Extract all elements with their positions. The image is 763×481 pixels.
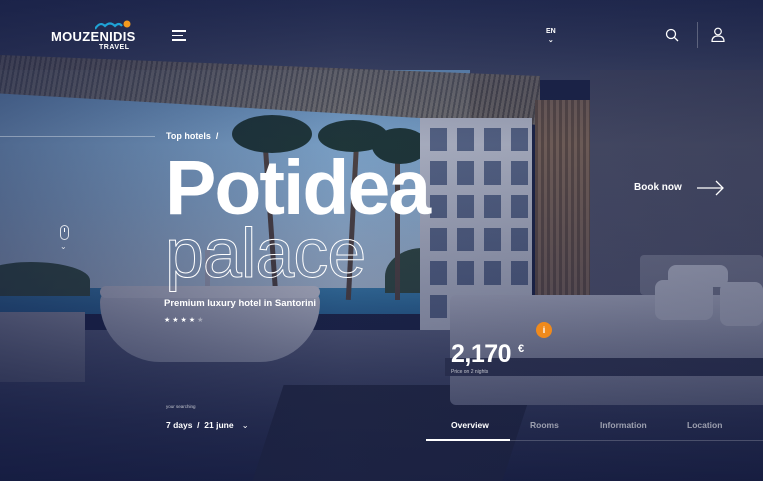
language-selector[interactable]: EN ⌄ xyxy=(546,28,556,44)
tab-information[interactable]: Information xyxy=(600,420,647,430)
hotel-subtitle: Premium luxury hotel in Santorini xyxy=(164,298,317,309)
active-tab-indicator xyxy=(426,439,510,441)
header-divider xyxy=(697,22,698,48)
logo-subtext: TRAVEL xyxy=(99,44,130,51)
hotel-page: MOUZENIDIS TRAVEL EN ⌄ Top hotels / ⌄ Po… xyxy=(0,0,763,481)
chevron-down-icon: ⌄ xyxy=(547,37,554,44)
price-note: Price on 2 nights xyxy=(451,369,489,375)
search-dates-value: 7 days / 21 june xyxy=(166,420,234,430)
arrow-right-icon[interactable] xyxy=(697,180,725,196)
star-icon-empty: ★ xyxy=(197,317,206,324)
price-amount: 2,170 xyxy=(451,340,512,368)
user-icon[interactable] xyxy=(711,27,725,42)
breadcrumb-top-hotels[interactable]: Top hotels xyxy=(166,131,211,141)
decorative-line xyxy=(0,136,155,137)
language-code: EN xyxy=(546,28,556,35)
star-rating: ★★★★★ xyxy=(164,316,205,324)
breadcrumb-separator: / xyxy=(215,131,219,141)
hero-background-photo xyxy=(0,0,763,481)
tab-overview[interactable]: Overview xyxy=(451,420,489,430)
info-badge[interactable]: i xyxy=(536,322,552,338)
search-icon[interactable] xyxy=(665,28,679,42)
chevron-down-icon: ⌄ xyxy=(241,420,249,430)
hotel-title-line2: palace xyxy=(164,214,366,292)
price-currency: € xyxy=(518,343,525,355)
logo-text: MOUZENIDIS xyxy=(51,29,136,44)
tab-rooms[interactable]: Rooms xyxy=(530,420,559,430)
star-icons-filled: ★★★★ xyxy=(164,317,198,324)
tab-location[interactable]: Location xyxy=(687,420,722,430)
mouse-scroll-icon[interactable] xyxy=(60,225,69,240)
search-dates-dropdown[interactable]: 7 days / 21 june ⌄ xyxy=(166,420,249,431)
breadcrumb: Top hotels / xyxy=(166,131,218,141)
chevron-down-icon: ⌄ xyxy=(60,242,67,251)
book-now-button[interactable]: Book now xyxy=(634,182,682,193)
search-label: your searching xyxy=(166,404,196,409)
color-overlay xyxy=(0,0,763,481)
hamburger-menu-icon[interactable] xyxy=(172,30,186,41)
